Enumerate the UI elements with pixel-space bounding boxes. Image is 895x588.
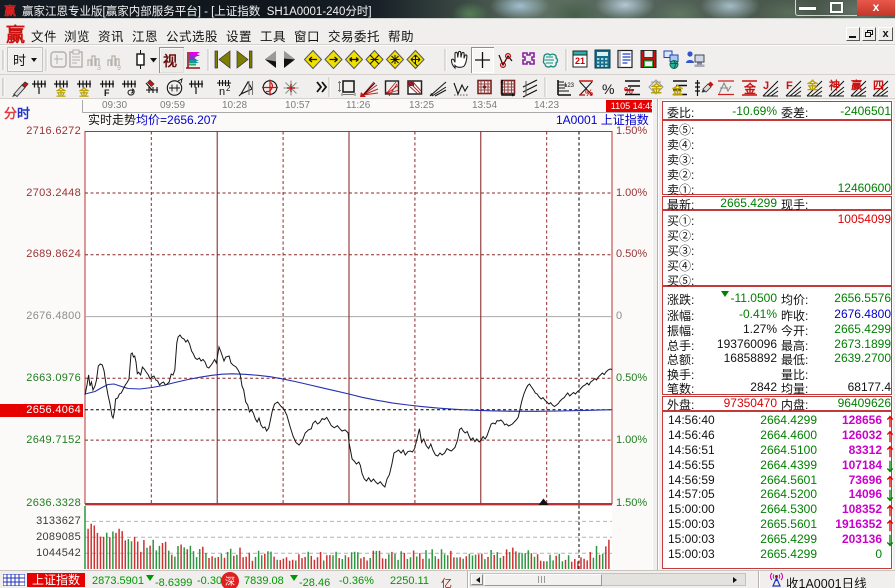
svg-text:金: 金 (55, 84, 67, 99)
svg-text:赢: 赢 (851, 77, 862, 93)
svg-text:9: 9 (117, 65, 121, 72)
svg-text:%: % (624, 86, 633, 97)
svg-text:金: 金 (671, 82, 684, 98)
svg-text:J: J (763, 80, 769, 92)
svg-text:3: 3 (97, 65, 101, 72)
svg-text:金: 金 (650, 80, 663, 96)
svg-text:金: 金 (743, 80, 757, 97)
svg-text:n: n (219, 86, 225, 98)
svg-text:F: F (104, 88, 110, 98)
svg-text:2: 2 (226, 84, 231, 93)
svg-text:金: 金 (78, 84, 90, 99)
svg-text:四: 四 (873, 77, 884, 93)
svg-text:视: 视 (163, 51, 177, 71)
svg-text:%: % (602, 81, 614, 97)
svg-text:时: 时 (13, 50, 26, 69)
svg-text:金: 金 (806, 77, 819, 93)
svg-text:123: 123 (564, 83, 575, 89)
svg-text:%: % (585, 88, 593, 98)
svg-text:21: 21 (575, 56, 585, 66)
svg-text:F: F (786, 80, 793, 92)
svg-text:神: 神 (829, 77, 840, 93)
